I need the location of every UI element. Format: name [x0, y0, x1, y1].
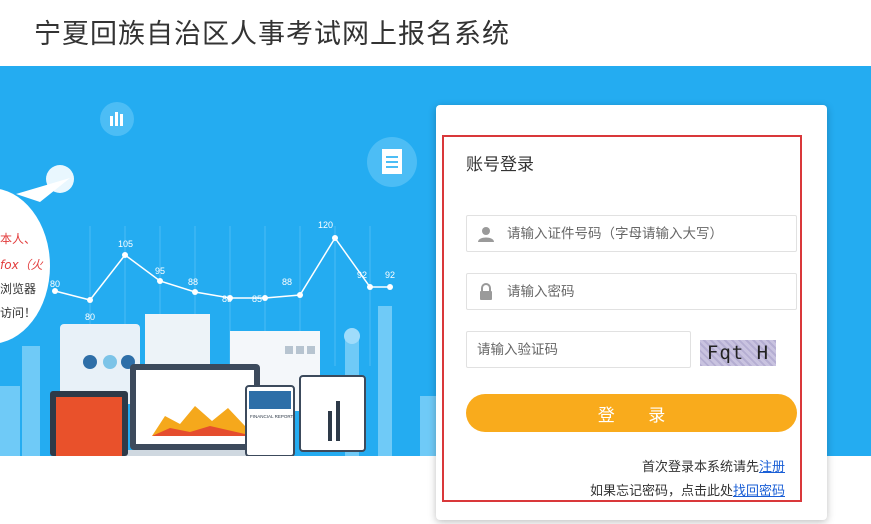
recover-password-link[interactable]: 找回密码	[733, 484, 785, 499]
svg-text:85: 85	[252, 294, 262, 304]
svg-text:88: 88	[282, 277, 292, 287]
register-hint: 首次登录本系统请先注册	[642, 456, 785, 475]
login-title: 账号登录	[466, 155, 534, 175]
lock-icon	[480, 283, 492, 300]
id-number-field[interactable]	[466, 215, 797, 252]
svg-text:120: 120	[318, 220, 333, 230]
captcha-input[interactable]	[477, 332, 687, 367]
highlight-frame	[442, 135, 802, 502]
register-link[interactable]: 注册	[759, 460, 785, 475]
svg-text:80: 80	[85, 312, 95, 322]
trend-line	[54, 236, 390, 301]
notice-line-2: fox（火	[0, 258, 43, 272]
captcha-image[interactable]: Fqt H	[700, 340, 776, 366]
id-number-input[interactable]	[507, 216, 792, 251]
notice-line-4: 访问！	[0, 306, 37, 320]
svg-text:FINANCIAL REPORT: FINANCIAL REPORT	[250, 414, 294, 419]
notice-line-3: 浏览器	[0, 282, 37, 296]
site-header: 宁夏回族自治区人事考试网上报名系统	[0, 0, 871, 66]
monitor	[299, 375, 366, 452]
svg-text:92: 92	[385, 270, 395, 280]
svg-text:92: 92	[357, 270, 367, 280]
user-icon	[478, 227, 494, 242]
register-hint-text: 首次登录本系统请先	[641, 460, 759, 475]
svg-text:95: 95	[155, 266, 165, 276]
site-title: 宁夏回族自治区人事考试网上报名系统	[34, 19, 510, 50]
svg-text:85: 85	[222, 294, 232, 304]
notice-line-1: 本人、	[0, 232, 37, 246]
svg-text:80: 80	[50, 279, 60, 289]
recover-hint: 如果忘记密码，点击此处找回密码	[590, 480, 785, 499]
svg-text:88: 88	[188, 277, 198, 287]
password-input[interactable]	[507, 274, 792, 309]
login-button[interactable]: 登 录	[466, 394, 797, 432]
svg-text:105: 105	[118, 239, 133, 249]
captcha-field[interactable]	[466, 331, 691, 368]
recover-hint-text: 如果忘记密码，点击此处	[589, 484, 733, 499]
password-field[interactable]	[466, 273, 797, 310]
